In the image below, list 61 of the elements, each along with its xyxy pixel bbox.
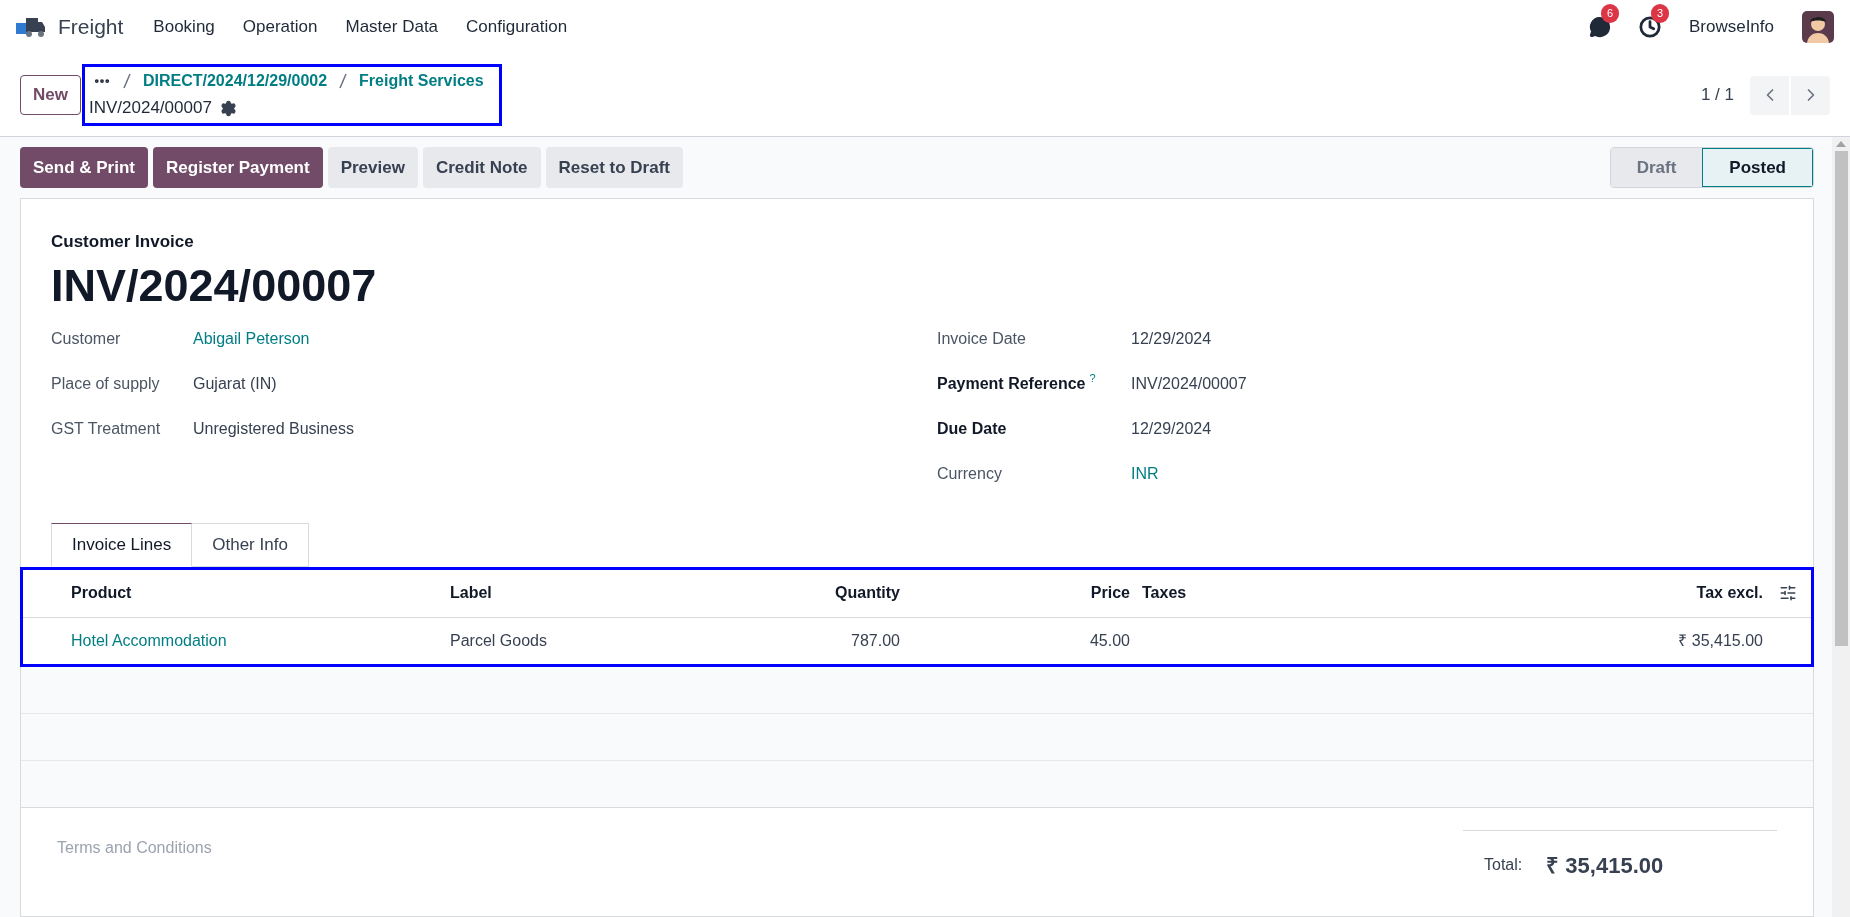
menu-item[interactable]: Master Data <box>331 14 453 40</box>
product-link[interactable]: Hotel Accommodation <box>63 628 442 653</box>
column-header[interactable]: Tax excl. <box>1491 581 1771 605</box>
field-label: Currency <box>937 463 1002 484</box>
field-value: Unregistered Business <box>193 418 354 439</box>
invoice-title: INV/2024/00007 <box>51 258 378 313</box>
field-value: 12/29/2024 <box>1131 328 1212 349</box>
app-name[interactable]: Freight <box>58 11 124 43</box>
breadcrumb-separator-icon <box>339 73 348 90</box>
table-cell-text: Parcel Goods <box>449 630 548 651</box>
column-header[interactable]: Product <box>63 581 442 605</box>
field-link[interactable]: Abigail Peterson <box>193 326 310 351</box>
breadcrumb-separator-icon <box>122 73 131 90</box>
field-label: Due Date <box>937 418 1007 439</box>
table-cell-text: ₹ 35,415.00 <box>1677 630 1764 651</box>
action-button[interactable]: Preview <box>327 147 418 188</box>
status-step[interactable]: Posted <box>1702 148 1813 187</box>
truck-icon[interactable] <box>16 15 46 39</box>
avatar[interactable] <box>1802 11 1834 43</box>
action-button[interactable]: Register Payment <box>153 147 323 188</box>
record-name: INV/2024/00007 <box>88 97 212 120</box>
message-count-badge: 6 <box>1600 4 1620 23</box>
menu-item[interactable]: Booking <box>139 14 229 40</box>
help-tooltip[interactable]: ? <box>1089 371 1096 384</box>
total-label: Total: <box>1484 855 1523 875</box>
clock-icon[interactable] <box>1638 16 1661 38</box>
company-name[interactable]: BrowseInfo <box>1688 14 1774 40</box>
field-label: GST Treatment <box>51 418 161 439</box>
pager-value: 1 / 1 <box>1700 84 1734 107</box>
total-amount: ₹ 35,415.00 <box>1546 851 1664 880</box>
field-value: INV/2024/00007 <box>1131 373 1247 394</box>
settings-icon[interactable] <box>219 99 237 117</box>
breadcrumb-link[interactable]: Freight Services <box>359 69 484 94</box>
table-cell-text: 787.00 <box>850 630 901 651</box>
field-value: 12/29/2024 <box>1131 418 1212 439</box>
action-button[interactable]: Reset to Draft <box>545 147 683 188</box>
activity-count-badge: 3 <box>1650 4 1670 23</box>
menu-item[interactable]: Configuration <box>452 14 582 40</box>
form-tab[interactable]: Invoice Lines <box>51 522 193 567</box>
field-label: Customer <box>51 328 121 349</box>
menu-item[interactable]: Operation <box>228 14 332 40</box>
form-tab[interactable]: Other Info <box>192 522 309 567</box>
field-link[interactable]: INR <box>1131 461 1159 486</box>
field-label: Payment Reference <box>937 373 1086 394</box>
action-button[interactable]: Credit Note <box>422 147 541 188</box>
breadcrumb-link[interactable]: DIRECT/2024/12/29/0002 <box>142 69 328 94</box>
table-cell-text: 45.00 <box>1088 630 1131 651</box>
scrollbar[interactable] <box>1832 137 1850 917</box>
column-header[interactable]: Taxes <box>1138 581 1491 605</box>
field-label: Place of supply <box>51 373 160 394</box>
chat-icon[interactable] <box>1588 16 1611 38</box>
column-header[interactable]: Price <box>908 581 1138 605</box>
column-header[interactable]: Quantity <box>702 581 908 605</box>
column-header[interactable]: Label <box>442 581 702 605</box>
field-value: Gujarat (IN) <box>193 373 277 394</box>
field-label: Invoice Date <box>937 328 1026 349</box>
form-subtitle: Customer Invoice <box>51 231 195 253</box>
column-settings-icon[interactable] <box>1779 584 1797 602</box>
status-step[interactable]: Draft <box>1610 148 1703 187</box>
action-button[interactable]: Send & Print <box>20 147 148 188</box>
new-button[interactable]: New <box>20 75 81 115</box>
